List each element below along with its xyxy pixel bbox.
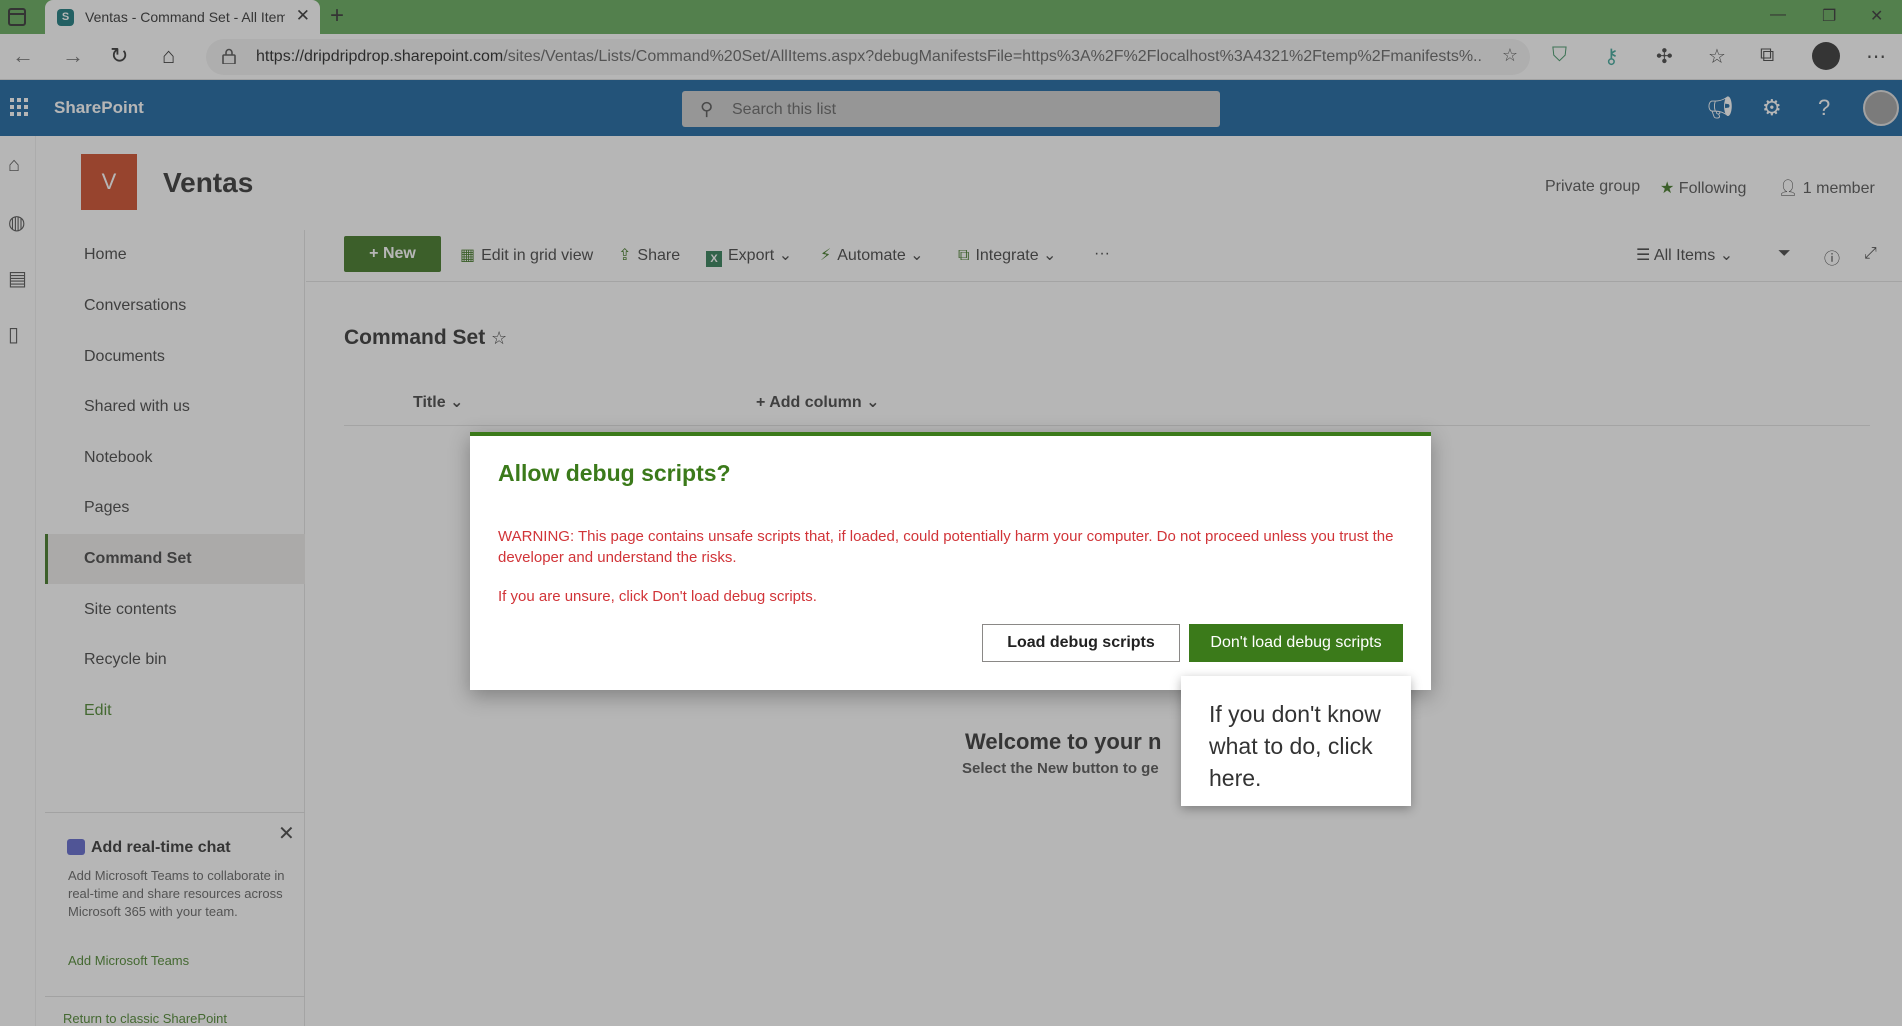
debug-scripts-dialog: Allow debug scripts? WARNING: This page … (470, 432, 1431, 690)
dialog-unsure-text: If you are unsure, click Don't load debu… (498, 588, 817, 605)
callout-text: If you don't know what to do, click here… (1209, 701, 1381, 791)
load-debug-scripts-button[interactable]: Load debug scripts (982, 624, 1180, 662)
dialog-title: Allow debug scripts? (498, 460, 731, 486)
dont-load-debug-scripts-button[interactable]: Don't load debug scripts (1189, 624, 1403, 662)
teaching-callout: If you don't know what to do, click here… (1181, 676, 1411, 806)
dialog-warning: WARNING: This page contains unsafe scrip… (498, 528, 1394, 566)
